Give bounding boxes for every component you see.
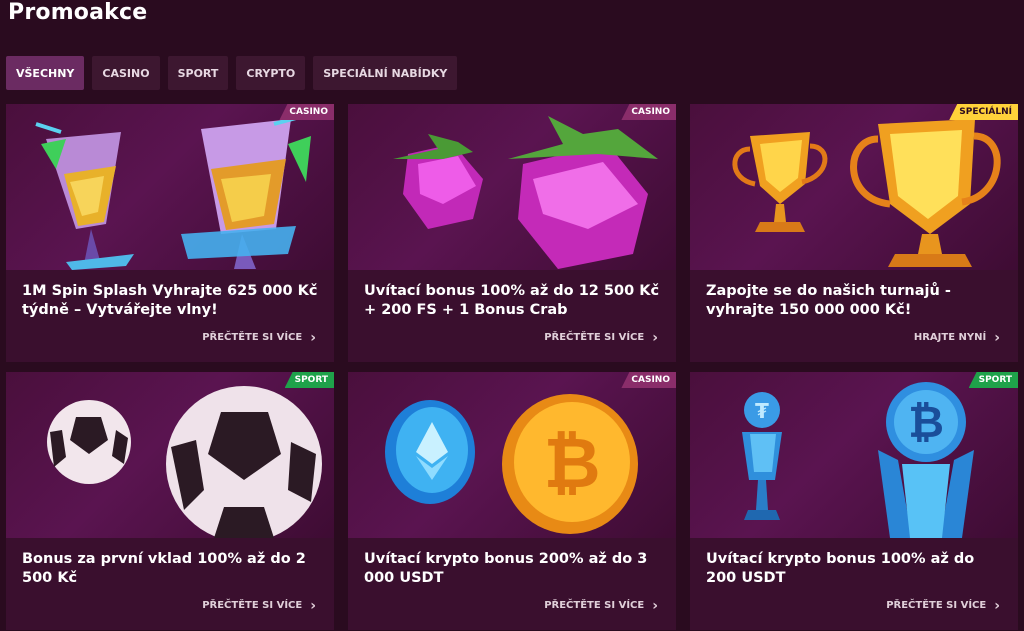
chevron-right-icon: › bbox=[994, 329, 1000, 346]
chevron-right-icon: › bbox=[310, 329, 316, 346]
promo-card[interactable]: CASINO 1M Spin Splash Vyhrajte 625 000 K… bbox=[6, 104, 334, 362]
bitcoin-trophy-icon: ₮ ₿ bbox=[742, 382, 974, 538]
cta-label: PŘEČTĚTE SI VÍCE bbox=[202, 600, 303, 611]
read-more-link[interactable]: PŘEČTĚTE SI VÍCE › bbox=[544, 597, 658, 614]
chevron-right-icon: › bbox=[994, 597, 1000, 614]
promo-title: 1M Spin Splash Vyhrajte 625 000 Kč týdně… bbox=[22, 283, 318, 318]
category-badge: CASINO bbox=[621, 372, 676, 388]
promo-title: Uvítací krypto bonus 100% až do 200 USDT bbox=[706, 551, 975, 586]
category-badge: CASINO bbox=[279, 104, 334, 120]
promo-image bbox=[6, 372, 334, 542]
category-badge: SPECIÁLNÍ bbox=[949, 104, 1018, 120]
tab-sport[interactable]: SPORT bbox=[167, 56, 229, 90]
chevron-right-icon: › bbox=[310, 597, 316, 614]
promo-card[interactable]: SPECIÁLNÍ Zapojte se do našich turnajů -… bbox=[690, 104, 1018, 362]
trophy-icon bbox=[732, 119, 1001, 267]
tab-crypto[interactable]: CRYPTO bbox=[236, 56, 306, 90]
tab-all[interactable]: VŠECHNY bbox=[6, 56, 85, 90]
promo-card[interactable]: CASINO Uvítací bonus 100% až do 12 500 K… bbox=[348, 104, 676, 362]
promo-image bbox=[6, 104, 334, 270]
promo-card[interactable]: ₿ CASINO Uvítací krypto bonus 200% až do… bbox=[348, 372, 676, 630]
read-more-link[interactable]: PŘEČTĚTE SI VÍCE › bbox=[202, 597, 316, 614]
category-badge: SPORT bbox=[284, 372, 334, 388]
promo-card[interactable]: SPORT Bonus za první vklad 100% až do 2 … bbox=[6, 372, 334, 630]
promo-title: Zapojte se do našich turnajů - vyhrajte … bbox=[706, 283, 951, 318]
cocktail-icon bbox=[35, 112, 312, 270]
crypto-coin-icon: ₿ bbox=[385, 394, 638, 534]
promo-title: Uvítací krypto bonus 200% až do 3 000 US… bbox=[364, 551, 648, 586]
svg-text:₿: ₿ bbox=[543, 422, 600, 504]
svg-text:₮: ₮ bbox=[755, 399, 769, 423]
promo-image: ₮ ₿ bbox=[690, 372, 1018, 538]
raspberry-icon bbox=[393, 116, 658, 269]
cta-label: PŘEČTĚTE SI VÍCE bbox=[886, 600, 987, 611]
page-title: Promoakce bbox=[8, 0, 148, 25]
promo-image: ₿ bbox=[348, 372, 676, 538]
promo-title: Bonus za první vklad 100% až do 2 500 Kč bbox=[22, 551, 306, 586]
read-more-link[interactable]: PŘEČTĚTE SI VÍCE › bbox=[886, 597, 1000, 614]
promo-filter-tabs: VŠECHNY CASINO SPORT CRYPTO SPECIÁLNÍ NA… bbox=[6, 56, 458, 90]
read-more-link[interactable]: PŘEČTĚTE SI VÍCE › bbox=[202, 329, 316, 346]
promo-card[interactable]: ₮ ₿ SPORT Uvítací krypto bonus 100% až d… bbox=[690, 372, 1018, 630]
cta-label: PŘEČTĚTE SI VÍCE bbox=[544, 600, 645, 611]
promo-grid: CASINO 1M Spin Splash Vyhrajte 625 000 K… bbox=[6, 104, 1018, 630]
chevron-right-icon: › bbox=[652, 597, 658, 614]
tab-casino[interactable]: CASINO bbox=[92, 56, 160, 90]
category-badge: SPORT bbox=[968, 372, 1018, 388]
play-now-link[interactable]: HRAJTE NYNÍ › bbox=[913, 329, 1000, 346]
cta-label: PŘEČTĚTE SI VÍCE bbox=[202, 332, 303, 343]
category-badge: CASINO bbox=[621, 104, 676, 120]
promo-image bbox=[690, 104, 1018, 270]
promo-image bbox=[348, 104, 676, 270]
promo-title: Uvítací bonus 100% až do 12 500 Kč + 200… bbox=[364, 283, 660, 318]
cta-label: PŘEČTĚTE SI VÍCE bbox=[544, 332, 645, 343]
tab-special-offers[interactable]: SPECIÁLNÍ NABÍDKY bbox=[313, 56, 458, 90]
cta-label: HRAJTE NYNÍ bbox=[913, 332, 987, 343]
soccer-ball-icon bbox=[47, 386, 322, 542]
chevron-right-icon: › bbox=[652, 329, 658, 346]
svg-text:₿: ₿ bbox=[908, 397, 944, 448]
read-more-link[interactable]: PŘEČTĚTE SI VÍCE › bbox=[544, 329, 658, 346]
